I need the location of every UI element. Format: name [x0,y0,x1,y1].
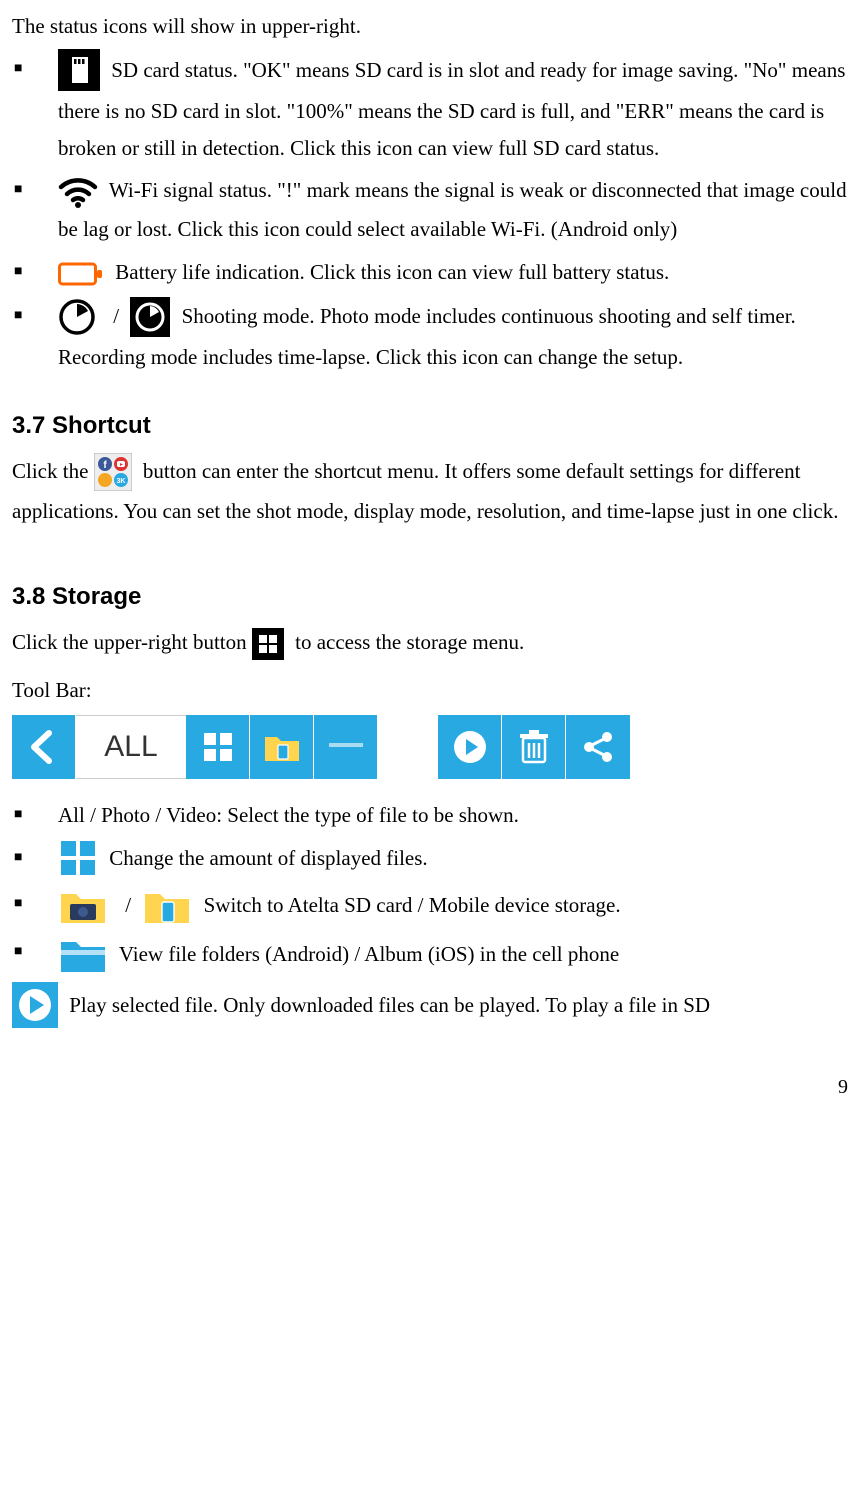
heading-shortcut: 3.7 Shortcut [12,405,852,447]
toolbar-play-button[interactable] [438,715,502,779]
status-item-sd: SD card status. "OK" means SD card is in… [12,51,852,167]
toolbar-label: Tool Bar: [12,672,852,709]
phone-folder-icon [142,884,192,926]
slash: / [125,893,131,917]
svg-text:3K: 3K [116,478,125,485]
toolbar-delete-button[interactable] [502,715,566,779]
record-mode-icon [130,296,170,336]
heading-storage: 3.8 Storage [12,576,852,618]
camera-folder-icon [58,884,108,926]
status-text: SD card status. "OK" means SD card is in… [58,58,845,160]
storage-toolbar: ALL [12,715,852,779]
grid-icon [58,838,98,878]
slash: / [113,304,119,328]
shortcut-paragraph: Click the f 3K button can enter the shor… [12,453,852,530]
storage-access-icon [252,624,284,661]
toolbar-device-folder-button[interactable] [250,715,314,779]
page-number: 9 [12,1070,852,1105]
toolbar-back-button[interactable] [12,715,76,779]
toolbar-share-button[interactable] [566,715,630,779]
storage-paragraph: Click the upper-right button to access t… [12,624,852,663]
intro-text: The status icons will show in upper-righ… [12,8,852,45]
shortcut-apps-icon: f 3K [94,452,132,491]
play-icon [12,982,58,1028]
status-item-battery: Battery life indication. Click this icon… [12,254,852,293]
toolbar-all-label[interactable]: ALL [76,715,186,779]
status-item-mode: / Shooting mode. Photo mode includes con… [12,298,852,375]
storage-item-grid: Change the amount of displayed files. [12,840,852,880]
photo-mode-icon [58,297,96,336]
storage-item-switch: / Switch to Atelta SD card / Mobile devi… [12,886,852,928]
status-icon-list: SD card status. "OK" means SD card is in… [12,51,852,376]
status-text: Wi-Fi signal status. "!" mark means the … [58,178,847,241]
blue-folder-icon [58,932,108,976]
toolbar-grid-button[interactable] [186,715,250,779]
status-item-wifi: Wi-Fi signal status. "!" mark means the … [12,172,852,248]
toolbar-phone-folder-button[interactable] [314,715,378,779]
storage-item-folders: View file folders (Android) / Album (iOS… [12,934,852,978]
storage-item-play: .no-bullet::before{content:none!importan… [12,984,852,1030]
status-text: Battery life indication. Click this icon… [115,260,669,284]
sd-card-icon [58,49,100,91]
storage-items-list: All / Photo / Video: Select the type of … [12,797,852,1030]
wifi-icon [58,172,98,209]
storage-item-filter: All / Photo / Video: Select the type of … [12,797,852,834]
battery-icon [58,254,104,291]
